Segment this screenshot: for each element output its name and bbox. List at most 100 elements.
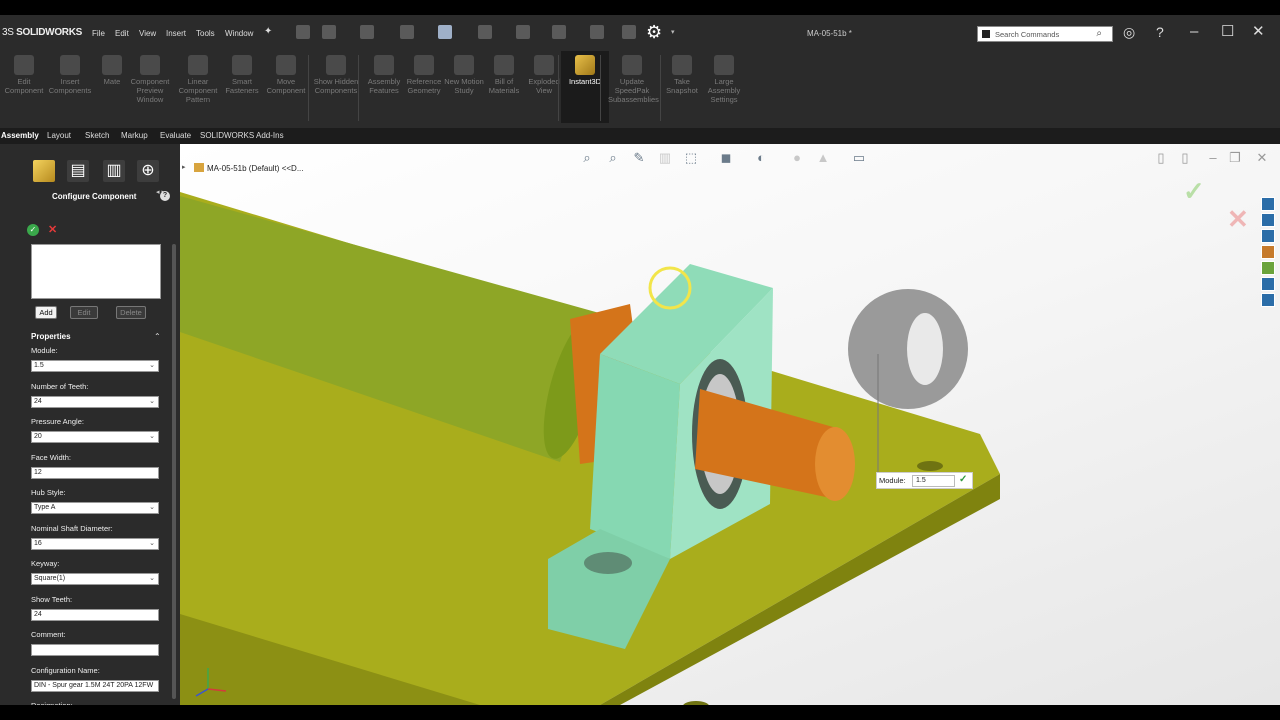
file-properties-icon[interactable] [622,25,636,39]
tab-layout[interactable]: Layout [47,131,71,140]
ribbon-button[interactable]: Linear Component Pattern [174,55,222,104]
menu-insert[interactable]: Insert [166,29,186,38]
ok-icon[interactable]: ✓ [27,224,39,236]
ribbon-separator [358,55,359,121]
menu-file[interactable]: File [92,29,105,38]
configurations-list[interactable] [31,244,161,299]
property-manager-icon[interactable]: ▤ [67,160,89,182]
property-dropdown[interactable]: 24 ⌄ [31,395,159,408]
property-input[interactable]: 24 [31,608,159,621]
property-label: Number of Teeth: [31,381,89,391]
collapse-icon[interactable]: ⌃ [154,332,161,341]
ribbon-button[interactable]: Large Assembly Settings [700,55,748,104]
property-dropdown[interactable]: 20 ⌄ [31,431,159,443]
add-button[interactable]: Add [35,306,57,319]
gear-bore [907,313,943,385]
cancel-icon[interactable]: ✕ [48,223,57,236]
property-input[interactable] [31,644,159,656]
pin-icon[interactable]: ✦ [264,26,272,37]
mounting-hole [917,461,943,471]
property-dropdown[interactable]: Type A ⌄ [31,502,159,514]
ribbon-button[interactable]: Instant3D [561,51,609,123]
ribbon-button-label: New Motion Study [444,77,484,95]
properties-header[interactable]: Properties [31,332,71,341]
options-gear-icon[interactable]: ⚙ [646,22,662,43]
edit-button[interactable]: Edit [70,306,98,319]
solidworks-logo[interactable]: 3S SOLIDWORKS [2,27,82,38]
property-value: 24 [34,610,42,618]
tab-markup[interactable]: Markup [121,131,148,140]
select-icon[interactable] [552,25,566,39]
close-icon[interactable]: ✕ [1252,24,1265,40]
property-value: 12 [34,468,42,476]
tab-assembly[interactable]: Assembly [1,131,39,140]
assembly-features-icon [374,55,394,75]
ribbon-separator [558,55,559,121]
ribbon-button[interactable]: Edit Component [0,55,48,95]
maximize-icon[interactable]: ☐ [1221,24,1234,40]
solidworks-window: 3S SOLIDWORKS File Edit View Insert Tool… [0,15,1280,705]
search-commands[interactable]: Search Commands ⌕ [977,26,1113,42]
ribbon-button[interactable]: Take Snapshot [658,55,706,95]
panel-scrollbar[interactable] [172,244,176,699]
options-dropdown-icon[interactable]: ▾ [671,28,675,36]
module-popup-accept-icon[interactable]: ✓ [959,474,967,485]
menu-edit[interactable]: Edit [115,29,129,38]
module-popup-value[interactable]: 1.5 [912,475,955,487]
rebuild-icon[interactable] [590,25,604,39]
configuration-manager-icon[interactable]: ▥ [103,160,125,182]
property-value: 24 [34,397,42,405]
ribbon-button[interactable]: Component Preview Window [126,55,174,104]
chevron-down-icon: ⌄ [149,504,155,511]
property-value: DIN - Spur gear 1.5M 24T 20PA 12FW [34,681,154,689]
home-icon[interactable] [296,25,310,39]
print-icon[interactable] [438,25,452,39]
property-value: 16 [34,539,42,547]
delete-button[interactable]: Delete [116,306,146,319]
ribbon-button[interactable]: Update SpeedPak Subassemblies [608,55,659,104]
module-edit-popup[interactable]: Module: 1.5 ✓ [876,472,973,489]
ribbon-button-label: Exploded View [528,77,560,95]
property-value: Type A [34,504,56,511]
tab-evaluate[interactable]: Evaluate [160,131,191,140]
feature-tree-icon[interactable] [33,160,55,182]
ribbon-button[interactable]: Show Hidden Components [312,55,360,95]
bottom-letterbox [0,705,1280,720]
save-icon[interactable] [400,25,414,39]
tab-addins[interactable]: SOLIDWORKS Add-Ins [200,131,284,140]
mate-icon [102,55,122,75]
ribbon-button-label: Bill of Materials [488,77,520,95]
motion-study-icon [454,55,474,75]
menu-tools[interactable]: Tools [196,29,215,38]
document-title: MA-05-51b * [807,29,852,38]
graphics-area[interactable]: ▸ MA-05-51b (Default) <<D... ⌕ ⌕ ✎ ▥ ⬚ ◼… [180,144,1280,705]
ribbon-button[interactable]: Insert Components [46,55,94,95]
ribbon-button[interactable]: Move Component [262,55,310,95]
ribbon-button-label: Move Component [266,77,306,95]
redo-icon[interactable] [516,25,530,39]
minimize-icon[interactable]: – [1190,24,1198,40]
ribbon-button[interactable]: Smart Fasteners [218,55,266,95]
property-dropdown[interactable]: 1.5 ⌄ [31,360,159,372]
menu-window[interactable]: Window [225,29,253,38]
edit-component-icon [14,55,34,75]
panel-title: Configure Component [52,192,137,201]
panel-help-icon[interactable]: ? [160,191,170,201]
property-dropdown[interactable]: Square(1) ⌄ [31,573,159,585]
property-input[interactable]: 12 [31,466,159,479]
undo-icon[interactable] [478,25,492,39]
speedpak-icon [622,55,642,75]
module-popup-label: Module: [879,476,906,485]
property-dropdown[interactable]: 16 ⌄ [31,537,159,550]
bearing-block-face [590,354,680,559]
tab-sketch[interactable]: Sketch [85,131,109,140]
account-icon[interactable]: ◎ [1123,24,1135,40]
menu-view[interactable]: View [139,29,156,38]
help-icon[interactable]: ? [1156,24,1164,40]
dimxpert-icon[interactable]: ⊕ [137,160,159,182]
property-input[interactable]: DIN - Spur gear 1.5M 24T 20PA 12FW [31,679,159,692]
ribbon-button-label: Take Snapshot [666,77,698,95]
new-document-icon[interactable] [322,25,336,39]
command-manager-ribbon: Edit Component Insert Components Mate Compo… [0,51,1280,128]
open-icon[interactable] [360,25,374,39]
